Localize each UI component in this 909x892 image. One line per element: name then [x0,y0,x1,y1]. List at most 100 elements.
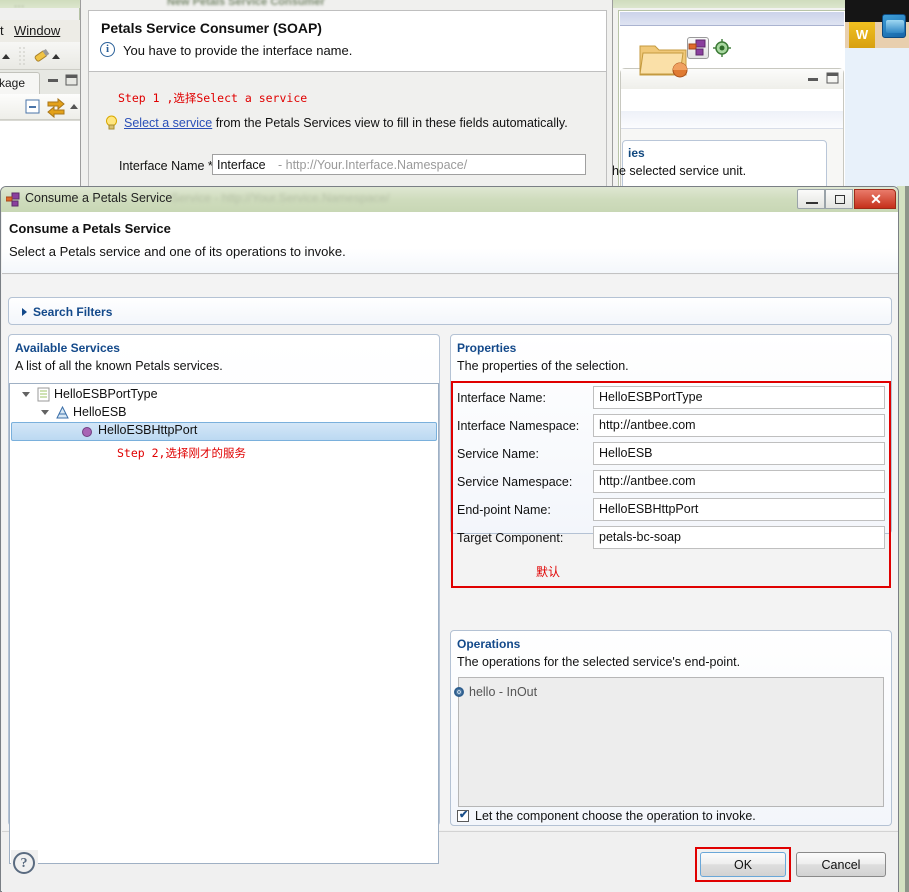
dialog-header-description: Select a Petals service and one of its o… [9,244,346,259]
property-label-service-name: Service Name: [457,447,539,461]
available-services-description: A list of all the known Petals services. [15,359,223,373]
close-icon: ✕ [870,191,882,207]
eclipse-view-tabrow[interactable]: kage [0,70,80,94]
operations-checkbox-row[interactable]: ✔ Let the component choose the operation… [457,809,756,823]
endpoint-icon [82,427,92,437]
eclipse-tab-package-explorer[interactable]: kage [0,72,40,94]
property-label-endpoint-name: End-point Name: [457,503,551,517]
cancel-button[interactable]: Cancel [796,852,886,877]
eclipse-menubar[interactable]: t Window [0,20,80,42]
eclipse-toolbar[interactable] [0,42,80,70]
property-label-interface-namespace: Interface Namespace: [457,419,580,433]
minimize-icon [806,202,818,204]
property-field-target-component[interactable]: petals-bc-soap [593,526,885,549]
property-field-interface-namespace[interactable]: http://antbee.com [593,414,885,437]
property-field-endpoint-name[interactable]: HelloESBHttpPort [593,498,885,521]
wizard-body: Step 1 ,选择Select a service Select a serv… [88,72,607,190]
dialog-window-title: Consume a Petals Service [25,191,173,205]
service-icon [56,405,69,419]
refresh-gear-icon[interactable] [712,38,732,58]
dialog-header: Consume a Petals Service Select a Petals… [2,212,898,274]
property-value-service-name: HelloESB [599,446,653,460]
operation-icon [454,687,464,697]
eclipse-bg-section-desc: he selected service unit. [612,164,747,178]
available-services-title: Available Services [15,341,120,355]
document-icon [37,387,50,402]
service-node-icon [688,39,706,56]
operations-list[interactable]: hello - InOut [454,677,884,807]
menu-item-file-truncated[interactable]: t [0,23,4,38]
properties-description: The properties of the selection. [457,359,629,373]
sub-panel-minmax-icons[interactable] [807,72,841,86]
wizard-message: You have to provide the interface name. [123,43,353,58]
eclipse-left-panel: t Window kage [0,8,80,196]
eclipse-view-toolbar-icons [25,97,78,119]
tree-expand-arrow-0[interactable] [22,392,30,397]
dialog-titlebar-ghost-text: Service - http://Your.Service.Namespace/ [171,191,390,205]
editor-palette-icon[interactable] [687,37,709,59]
property-label-service-namespace: Service Namespace: [457,475,573,489]
properties-title: Properties [457,341,517,355]
desktop-light-panel [845,48,909,190]
search-filters-label: Search Filters [33,305,113,319]
eclipse-bg-section-title: ies [628,146,645,160]
app-blue-icon[interactable] [882,14,906,38]
property-label-target-component: Target Component: [457,531,564,545]
eclipse-sub-panel-white [621,89,843,111]
desktop-right-border [905,186,909,892]
property-value-service-namespace: http://antbee.com [599,474,696,488]
checkmark-icon: ✔ [459,809,469,821]
tree-expand-arrow-1[interactable] [41,410,49,415]
property-value-endpoint-name: HelloESBHttpPort [599,502,699,516]
tree-item-service[interactable]: HelloESB [73,405,127,423]
ok-button[interactable]: OK [700,852,786,877]
property-value-target-component: petals-bc-soap [599,530,681,544]
property-field-service-namespace[interactable]: http://antbee.com [593,470,885,493]
wizard-hint: Select a service from the Petals Service… [124,116,568,130]
property-field-service-name[interactable]: HelloESB [593,442,885,465]
wizard-hint-rest: from the Petals Services view to fill in… [212,116,568,130]
operations-checkbox-label: Let the component choose the operation t… [475,809,756,823]
property-value-interface-namespace: http://antbee.com [599,418,696,432]
help-icon: ? [13,852,35,874]
minimize-button[interactable] [797,189,825,209]
select-a-service-link[interactable]: Select a service [124,116,212,130]
operations-title: Operations [457,637,521,651]
eclipse-toolbar-icons [2,47,60,65]
help-button[interactable]: ? [11,850,38,877]
eclipse-editor-tab-strip[interactable] [620,12,844,26]
petals-icon [6,192,20,207]
eclipse-view-minmax-icons[interactable] [46,73,80,89]
app-blue-icon-inner [886,20,904,33]
eclipse-package-explorer-body[interactable] [0,120,80,196]
folder-icon [639,45,688,78]
dialog-titlebar[interactable]: Consume a Petals Service Service - http:… [1,187,898,212]
operation-item-hello[interactable]: hello - InOut [454,685,538,699]
tree-item-endpoint[interactable]: HelloESBHttpPort [98,423,197,441]
interface-name-input[interactable]: Interface - http://Your.Interface.Namesp… [212,154,586,175]
interface-name-value: Interface [217,158,266,172]
search-filters-section[interactable]: Search Filters [8,297,892,325]
wizard-title: Petals Service Consumer (SOAP) [101,20,322,36]
menu-item-window[interactable]: Window [14,23,60,38]
properties-annotation: 默认 [536,565,561,579]
wizard-titlebar-blurred: New Petals Service Consumer [167,0,325,8]
chevron-right-icon [22,308,27,316]
eclipse-view-toolbar[interactable] [0,94,80,120]
step2-annotation: Step 2,选择刚才的服务 [117,446,246,460]
operations-description: The operations for the selected service'… [457,655,741,669]
property-field-interface-name[interactable]: HelloESBPortType [593,386,885,409]
tree-item-interface[interactable]: HelloESBPortType [54,387,158,405]
maximize-button[interactable] [825,189,853,209]
dialog-header-title: Consume a Petals Service [9,221,171,236]
interface-namespace-placeholder: - http://Your.Interface.Namespace/ [278,158,468,172]
operations-checkbox[interactable]: ✔ [457,809,469,822]
operation-label: hello - InOut [469,685,538,699]
close-button[interactable]: ✕ [854,189,896,209]
info-icon: i [100,42,115,57]
wizard-header: Petals Service Consumer (SOAP) i You hav… [88,10,688,78]
word-icon[interactable]: W [849,22,875,48]
maximize-icon [835,195,845,204]
tree-item-endpoint-selection[interactable] [11,422,437,441]
eclipse-sub-panel-gradient [621,111,843,129]
